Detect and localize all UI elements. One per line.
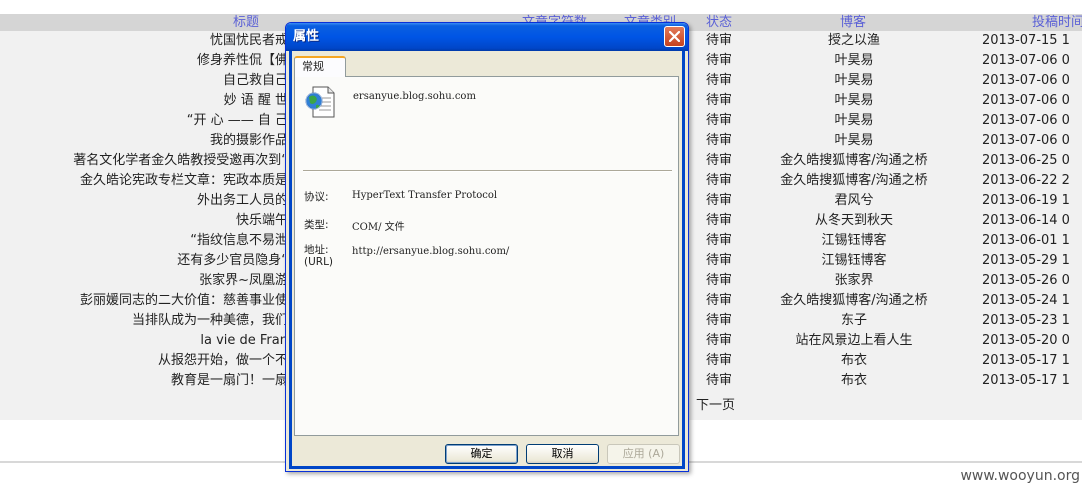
row-blogger[interactable]: 金久皓搜狐博客/沟通之桥 (770, 171, 938, 191)
protocol-value: HyperText Transfer Protocol (352, 190, 498, 201)
row-status: 待审 (706, 53, 733, 68)
row-blogger[interactable]: 授之以渔 (770, 31, 938, 51)
row-time: 2013-07-06 0 (982, 133, 1070, 148)
row-status: 待审 (706, 133, 733, 148)
header-title[interactable]: 标题 (233, 14, 259, 31)
row-status: 待审 (706, 353, 733, 368)
row-time: 2013-05-29 1 (982, 253, 1070, 268)
row-status: 待审 (706, 193, 733, 208)
row-title[interactable]: la vie de Fran (200, 331, 288, 351)
row-time: 2013-06-14 0 (982, 213, 1070, 228)
row-status: 待审 (706, 153, 733, 168)
row-title[interactable]: 张家界~凤凰游 (199, 271, 288, 291)
row-time: 2013-05-17 1 (982, 353, 1070, 368)
row-status: 待审 (706, 293, 733, 308)
address-value[interactable]: http://ersanyue.blog.sohu.com/ (352, 246, 509, 257)
close-icon (669, 31, 680, 42)
type-label: 类型: (304, 219, 329, 231)
row-status: 待审 (706, 233, 733, 248)
row-time: 2013-05-23 1 (982, 313, 1070, 328)
row-blogger[interactable]: 叶昊易 (770, 71, 938, 91)
row-blogger[interactable]: 叶昊易 (770, 91, 938, 111)
dialog-title: 属性 (293, 29, 320, 44)
general-tab-panel: ersanyue.blog.sohu.com 协议: HyperText Tra… (294, 76, 679, 436)
row-title[interactable]: 快乐端午 (236, 211, 288, 231)
separator (303, 170, 672, 172)
row-blogger[interactable]: 从冬天到秋天 (770, 211, 938, 231)
row-time: 2013-06-25 0 (982, 153, 1070, 168)
row-title[interactable]: 忧国忧民者戒 (210, 31, 288, 51)
row-time: 2013-07-15 1 (982, 33, 1070, 48)
row-blogger[interactable]: 江锡钰博客 (770, 251, 938, 271)
row-blogger[interactable]: 金久皓搜狐博客/沟通之桥 (770, 151, 938, 171)
ok-button[interactable]: 确定 (445, 444, 518, 464)
row-status: 待审 (706, 333, 733, 348)
header-time[interactable]: 投稿时间 (1032, 14, 1082, 31)
row-title[interactable]: 彭丽媛同志的二大价值：慈善事业使 (80, 291, 288, 311)
header-status[interactable]: 状态 (706, 14, 732, 31)
row-title[interactable]: 当排队成为一种美德，我们 (132, 311, 288, 331)
row-blogger[interactable]: 东子 (770, 311, 938, 331)
row-status: 待审 (706, 373, 733, 388)
protocol-label: 协议: (304, 191, 329, 203)
watermark: www.wooyun.org (960, 468, 1080, 484)
row-blogger[interactable]: 张家界 (770, 271, 938, 291)
row-status: 待审 (706, 173, 733, 188)
row-blogger[interactable]: 金久皓搜狐博客/沟通之桥 (770, 291, 938, 311)
cancel-button[interactable]: 取消 (526, 444, 599, 464)
row-time: 2013-07-06 0 (982, 93, 1070, 108)
row-title[interactable]: 外出务工人员的 (197, 191, 288, 211)
row-title[interactable]: 金久皓论宪政专栏文章：宪政本质是 (80, 171, 288, 191)
row-title[interactable]: 从报怨开始，做一个不 (158, 351, 288, 371)
dialog-titlebar[interactable]: 属性 (286, 23, 688, 51)
row-title[interactable]: 还有多少官员隐身“ (177, 251, 288, 271)
row-title[interactable]: 著名文化学者金久皓教授受邀再次到“ (73, 151, 288, 171)
row-time: 2013-05-24 1 (982, 293, 1070, 308)
row-time: 2013-06-01 1 (982, 233, 1070, 248)
next-page-link[interactable]: 下一页 (696, 396, 735, 416)
row-blogger[interactable]: 君风兮 (770, 191, 938, 211)
row-status: 待审 (706, 213, 733, 228)
tab-general[interactable]: 常规 (294, 56, 346, 77)
close-button[interactable] (664, 26, 685, 47)
row-blogger[interactable]: 布衣 (770, 351, 938, 371)
row-time: 2013-05-17 1 (982, 373, 1070, 388)
row-time: 2013-07-06 0 (982, 113, 1070, 128)
row-status: 待审 (706, 313, 733, 328)
row-title[interactable]: 自己救自己 (223, 71, 288, 91)
file-name: ersanyue.blog.sohu.com (353, 91, 476, 102)
apply-button[interactable]: 应用 (A) (607, 444, 680, 464)
row-title[interactable]: 修身养性侃【佛 (197, 51, 288, 71)
row-status: 待审 (706, 113, 733, 128)
row-blogger[interactable]: 叶昊易 (770, 111, 938, 131)
row-title[interactable]: 妙 语 醒 世 (224, 91, 288, 111)
row-blogger[interactable]: 江锡钰博客 (770, 231, 938, 251)
row-title[interactable]: “开 心 —— 自 己 (187, 111, 288, 131)
row-status: 待审 (706, 253, 733, 268)
web-document-icon (305, 86, 335, 118)
type-value: COM/ 文件 (352, 222, 405, 233)
address-label: 地址: (304, 244, 329, 256)
row-blogger[interactable]: 叶昊易 (770, 51, 938, 71)
row-time: 2013-05-20 0 (982, 333, 1070, 348)
address-label-url: (URL) (304, 256, 334, 268)
row-title[interactable]: 教育是一扇门！一扇 (171, 371, 288, 391)
row-time: 2013-06-22 2 (982, 173, 1070, 188)
row-time: 2013-05-26 0 (982, 273, 1070, 288)
row-status: 待审 (706, 33, 733, 48)
properties-dialog: 属性 常规 ersanyue.blog.sohu.com 协议: HyperTe… (285, 22, 689, 472)
row-title[interactable]: “指纹信息不易泄 (190, 231, 288, 251)
row-status: 待审 (706, 73, 733, 88)
row-time: 2013-07-06 0 (982, 73, 1070, 88)
row-status: 待审 (706, 93, 733, 108)
row-time: 2013-06-19 1 (982, 193, 1070, 208)
row-title[interactable]: 我的摄影作品 (210, 131, 288, 151)
row-blogger[interactable]: 布衣 (770, 371, 938, 391)
row-status: 待审 (706, 273, 733, 288)
row-time: 2013-07-06 0 (982, 53, 1070, 68)
header-blogger[interactable]: 博客 (840, 14, 866, 31)
row-blogger[interactable]: 叶昊易 (770, 131, 938, 151)
row-blogger[interactable]: 站在风景边上看人生 (770, 331, 938, 351)
